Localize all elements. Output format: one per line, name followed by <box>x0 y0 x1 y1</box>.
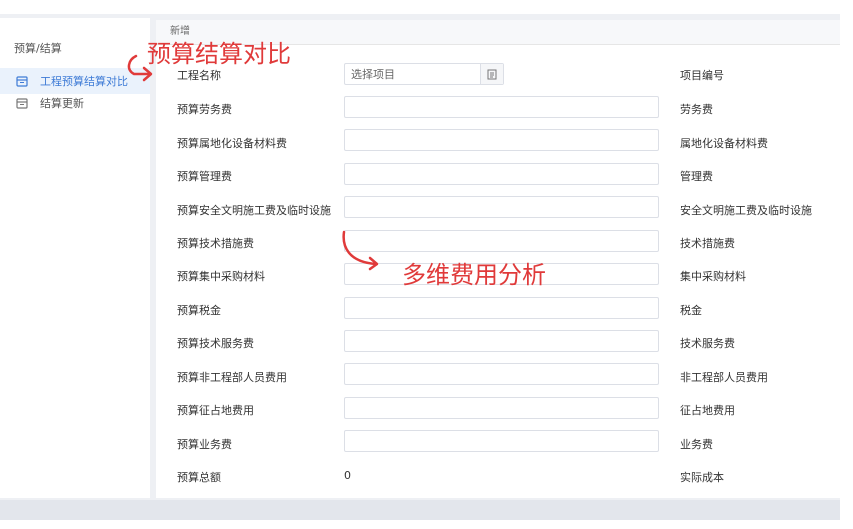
budget-total-value: 0 <box>344 469 351 482</box>
project-select[interactable]: 选择项目 <box>344 63 504 85</box>
safety-label: 安全文明施工费及临时设施 <box>680 204 812 217</box>
budget-central-purchase-label: 预算集中采购材料 <box>177 270 265 283</box>
budget-non-engineering-input[interactable] <box>344 363 659 385</box>
budget-management-label: 预算管理费 <box>177 170 232 183</box>
tax-label: 税金 <box>680 304 702 317</box>
tech-measure-label: 技术措施费 <box>680 237 735 250</box>
project-select-placeholder: 选择项目 <box>351 68 395 81</box>
annotation-compare: 预算结算对比 <box>147 40 291 68</box>
land-label: 征占地费用 <box>680 404 735 417</box>
budget-labor-input[interactable] <box>344 96 659 118</box>
tech-service-label: 技术服务费 <box>680 337 735 350</box>
budget-tech-service-input[interactable] <box>344 330 659 352</box>
budget-tech-measure-input[interactable] <box>344 230 659 252</box>
sidebar-item-label: 工程预算结算对比 <box>40 75 128 88</box>
calendar-icon <box>16 76 28 87</box>
project-name-label: 工程名称 <box>177 69 221 82</box>
non-engineering-label: 非工程部人员费用 <box>680 371 768 384</box>
budget-tax-input[interactable] <box>344 297 659 319</box>
budget-safety-label: 预算安全文明施工费及临时设施 <box>177 204 331 217</box>
actual-cost-label: 实际成本 <box>680 471 724 484</box>
annotation-arrow-icon <box>342 230 379 271</box>
budget-business-label: 预算业务费 <box>177 438 232 451</box>
budget-land-input[interactable] <box>344 397 659 419</box>
sidebar: 预算/结算 工程预算结算对比 结算更新 <box>0 18 150 498</box>
sidebar-title: 预算/结算 <box>14 42 62 55</box>
calendar-icon <box>16 98 28 109</box>
budget-business-input[interactable] <box>344 430 659 452</box>
bottom-bar <box>0 500 840 520</box>
budget-non-engineering-label: 预算非工程部人员费用 <box>177 371 287 384</box>
budget-total-label: 预算总额 <box>177 471 221 484</box>
document-list-icon <box>487 69 497 79</box>
budget-local-equipment-input[interactable] <box>344 129 659 151</box>
annotation-analysis: 多维费用分析 <box>402 261 546 289</box>
project-picker-button[interactable] <box>480 64 503 84</box>
local-equipment-label: 属地化设备材料费 <box>680 137 768 150</box>
budget-safety-input[interactable] <box>344 196 659 218</box>
budget-land-label: 预算征占地费用 <box>177 404 254 417</box>
budget-tech-service-label: 预算技术服务费 <box>177 337 254 350</box>
budget-tax-label: 预算税金 <box>177 304 221 317</box>
budget-local-equipment-label: 预算属地化设备材料费 <box>177 137 287 150</box>
budget-management-input[interactable] <box>344 163 659 185</box>
budget-labor-label: 预算劳务费 <box>177 103 232 116</box>
central-purchase-label: 集中采购材料 <box>680 270 746 283</box>
sidebar-item-settlement-update[interactable]: 结算更新 <box>0 90 150 116</box>
labor-label: 劳务费 <box>680 103 713 116</box>
budget-tech-measure-label: 预算技术措施费 <box>177 237 254 250</box>
business-label: 业务费 <box>680 438 713 451</box>
sidebar-item-label: 结算更新 <box>40 97 84 110</box>
project-code-label: 项目编号 <box>680 69 724 82</box>
management-label: 管理费 <box>680 170 713 183</box>
